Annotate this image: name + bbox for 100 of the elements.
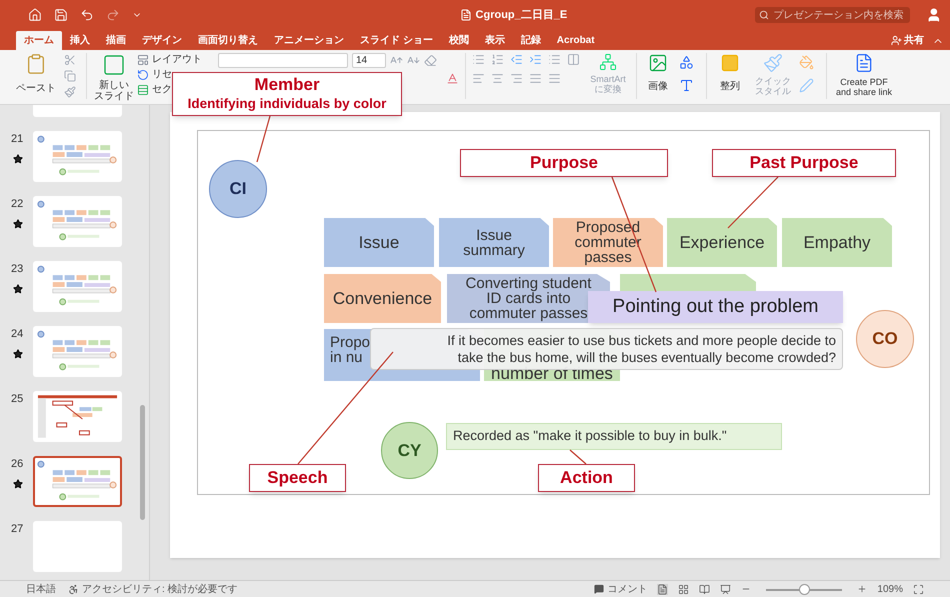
format-painter-icon[interactable] <box>64 86 76 98</box>
cut-icon[interactable] <box>64 54 76 66</box>
slide-number: 21 <box>11 132 24 147</box>
document-icon <box>460 9 472 21</box>
ribbon-tab[interactable]: スライド ショー <box>352 31 441 50</box>
justify-icon[interactable] <box>529 72 542 85</box>
font-color-icon[interactable] <box>446 72 459 85</box>
section-icon[interactable] <box>137 84 149 96</box>
reset-icon[interactable] <box>137 68 149 80</box>
problem-tag: Pointing out the problem <box>588 291 843 323</box>
normal-view-icon[interactable] <box>657 584 668 594</box>
arrange-button[interactable]: 整列 <box>713 53 747 94</box>
slide-thumbnail[interactable] <box>33 196 122 247</box>
ribbon-tab[interactable]: アニメーション <box>266 31 352 50</box>
reading-view-icon[interactable] <box>699 584 710 594</box>
smartart-button[interactable]: SmartArt に変換 <box>586 53 630 94</box>
indent-icon[interactable] <box>529 53 542 66</box>
new-slide-button[interactable]: 新しい スライド <box>93 53 135 102</box>
slide-number: 24 <box>11 327 24 342</box>
comments-button[interactable]: コメント <box>594 582 648 596</box>
annotation-callout: Member Identifying individuals by color <box>172 72 402 116</box>
ribbon-tab[interactable]: 表示 <box>476 31 513 50</box>
ribbon-tab[interactable]: 描画 <box>98 31 134 50</box>
ribbon-tab[interactable]: 校閲 <box>440 31 477 50</box>
ribbon-tab[interactable]: 記録 <box>512 31 549 50</box>
slide-icon <box>102 53 126 77</box>
shapes-icon[interactable] <box>679 55 694 70</box>
sorter-view-icon[interactable] <box>678 584 690 594</box>
copy-icon[interactable] <box>64 70 76 82</box>
slide-number: 26 <box>11 457 24 472</box>
scrollbar[interactable] <box>140 405 145 520</box>
pdf-icon <box>854 53 874 73</box>
search-icon <box>758 10 769 20</box>
slide-number: 23 <box>11 262 24 277</box>
layout-icon[interactable] <box>137 54 149 66</box>
align-right-icon[interactable] <box>510 72 523 85</box>
outdent-icon[interactable] <box>510 53 523 66</box>
columns-icon[interactable] <box>567 53 580 66</box>
share-button[interactable]: 共有 <box>891 33 924 48</box>
slide-thumbnail[interactable] <box>33 456 122 507</box>
clipboard-icon <box>25 53 47 75</box>
ribbon-menu-item[interactable]: レイアウト <box>137 53 202 66</box>
slide-thumbnail[interactable] <box>33 391 122 442</box>
undo-icon[interactable] <box>80 8 94 22</box>
annotation-callout: Speech <box>249 464 346 492</box>
label-card: Issue summary <box>439 218 549 267</box>
label-card: Experience <box>667 218 777 267</box>
font-size-field[interactable]: 14 <box>352 53 386 68</box>
slide-thumbnail[interactable] <box>33 326 122 377</box>
speech-bubble: If it becomes easier to use bus tickets and more people decide to take the bus home, will the buses eventually become crowded? <box>370 328 843 370</box>
paste-button[interactable]: ペースト <box>14 53 58 95</box>
picture-button[interactable]: 画像 <box>643 53 673 94</box>
zoom-in-icon[interactable] <box>857 584 868 594</box>
smartart-icon <box>599 53 617 71</box>
numbering-icon[interactable] <box>491 53 504 66</box>
align-center-icon[interactable] <box>491 72 504 85</box>
zoom-level[interactable]: 109% <box>877 582 903 596</box>
slide-number: 25 <box>11 392 24 407</box>
slide-thumbnail[interactable] <box>33 131 122 182</box>
action-note: Recorded as "make it possible to buy in bulk." <box>446 423 782 450</box>
label-card: Convenience <box>324 274 441 323</box>
font-name-field[interactable] <box>218 53 348 68</box>
ribbon-tab[interactable]: 画面切り替え <box>190 31 266 50</box>
ribbon-tab[interactable]: デザイン <box>134 31 190 50</box>
add-person-icon <box>891 35 902 46</box>
account-icon[interactable] <box>926 7 942 23</box>
align-left-icon[interactable] <box>472 72 485 85</box>
label-card: Converting student ID cards into commuter passes <box>447 274 610 323</box>
label-card: Issue <box>324 218 434 267</box>
quick-style-button[interactable]: クイック スタイル <box>753 53 793 96</box>
accessibility-status[interactable]: アクセシビリティ: 検討が必要です <box>82 582 238 596</box>
create-pdf-button[interactable]: Create PDF and share link <box>833 53 895 97</box>
annotation-callout: Purpose <box>460 149 668 177</box>
ribbon-tab[interactable]: Acrobat <box>548 31 603 50</box>
search-field[interactable]: プレゼンテーション内を検索 <box>754 7 910 23</box>
fit-slide-icon[interactable] <box>913 584 924 594</box>
accessibility-icon <box>68 584 79 594</box>
label-card: Empathy <box>782 218 892 267</box>
ribbon-menu-item[interactable]: リセ <box>137 68 172 81</box>
language-status[interactable]: 日本語 <box>26 582 56 596</box>
slide-thumbnail[interactable] <box>33 261 122 312</box>
leader-line <box>570 450 586 464</box>
slide-thumbnail[interactable] <box>33 105 122 117</box>
slideshow-icon[interactable] <box>720 584 732 594</box>
save-icon[interactable] <box>54 8 68 22</box>
clear-format-icon[interactable] <box>424 54 437 67</box>
annotation-callout: Action <box>538 464 635 492</box>
leader-line <box>256 116 271 162</box>
text-box-icon[interactable] <box>679 78 694 93</box>
ribbon-tab[interactable]: ホーム <box>16 31 62 50</box>
leader-line <box>728 176 778 228</box>
brush-icon <box>763 53 783 73</box>
annotation-callout: Past Purpose <box>712 149 896 177</box>
home-icon[interactable] <box>28 8 42 22</box>
slide-thumbnail[interactable] <box>33 521 122 572</box>
fill-icon[interactable] <box>799 55 814 70</box>
slide-number: 22 <box>11 197 24 212</box>
ribbon-menu-item[interactable]: セク <box>137 83 172 96</box>
ribbon-tab[interactable]: 挿入 <box>62 31 98 50</box>
outline-icon[interactable] <box>799 78 814 93</box>
